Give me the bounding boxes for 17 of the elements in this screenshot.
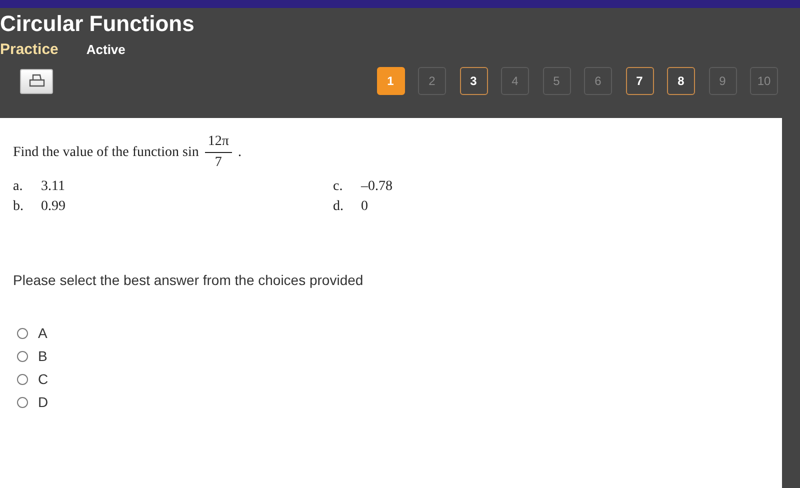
instruction-text: Please select the best answer from the choices provided — [13, 272, 364, 288]
print-button[interactable] — [20, 68, 53, 94]
question-number-button[interactable]: 7 — [626, 67, 654, 95]
question-number-button[interactable]: 8 — [667, 67, 695, 95]
answer-option: c. –0.78 — [333, 179, 392, 195]
answer-radio[interactable]: D — [17, 394, 48, 410]
answer-option: d. 0 — [333, 199, 368, 215]
printer-icon — [28, 74, 44, 88]
answer-radio[interactable]: A — [17, 325, 48, 341]
answer-radio[interactable]: C — [17, 371, 48, 387]
answer-option: b. 0.99 — [13, 199, 66, 215]
mode-label: Practice — [0, 41, 58, 58]
quiz-title: Circular Functions — [0, 11, 196, 37]
answer-option: a. 3.11 — [13, 179, 65, 195]
question-number-button[interactable]: 3 — [460, 67, 488, 95]
answer-radio[interactable]: B — [17, 348, 48, 364]
status-label: Active — [86, 42, 126, 57]
